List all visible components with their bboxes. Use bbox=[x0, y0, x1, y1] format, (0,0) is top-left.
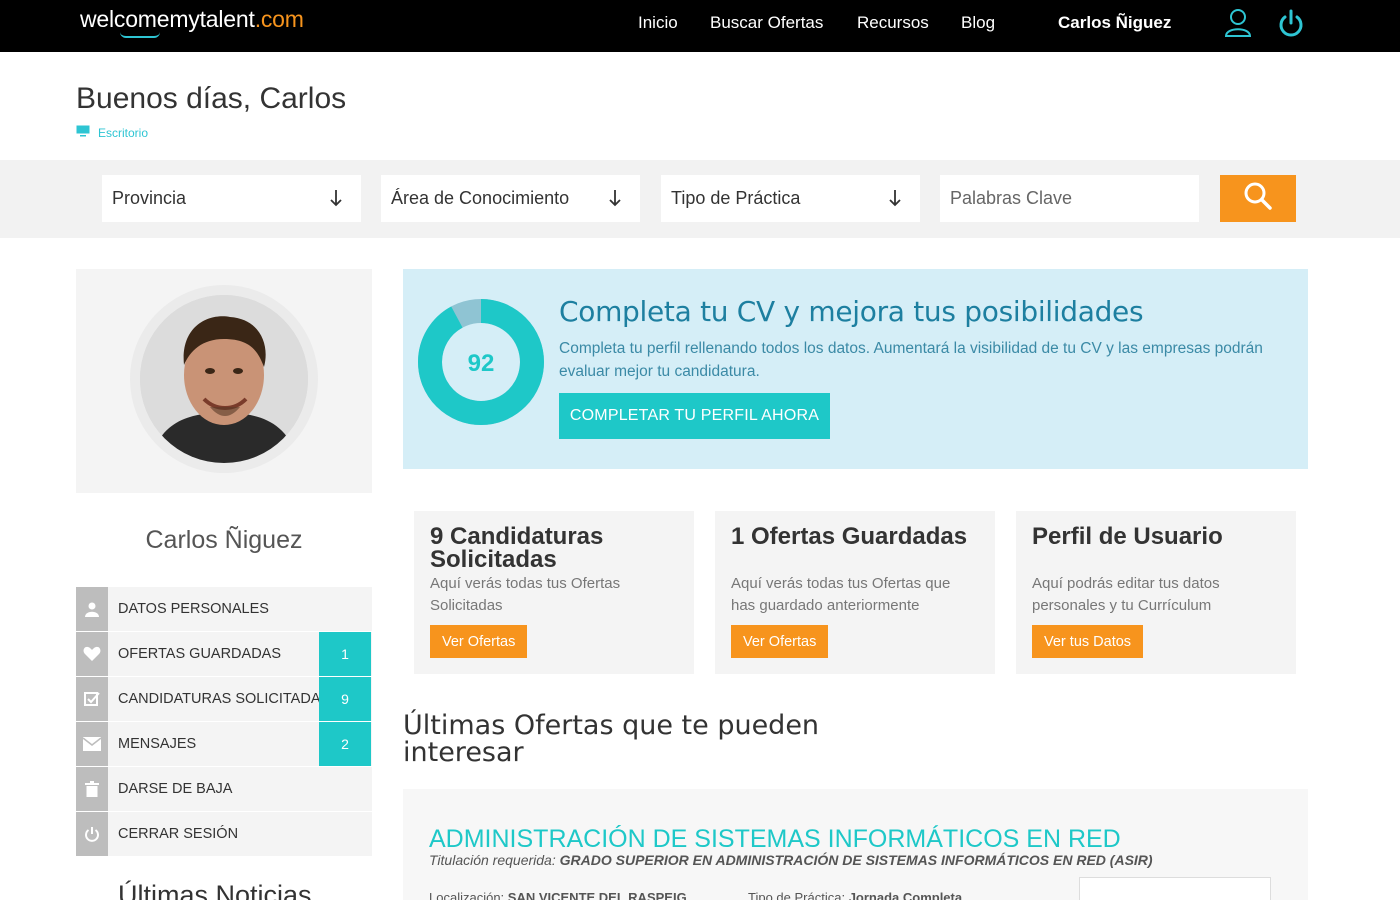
count-badge: 9 bbox=[319, 677, 371, 721]
avatar-ring bbox=[130, 285, 318, 473]
count-badge: 2 bbox=[319, 722, 371, 766]
sidebar-item-label: Candidaturas Solicitadas bbox=[118, 691, 331, 707]
search-icon bbox=[1243, 181, 1273, 216]
offer-type: Tipo de Práctica: Jornada Completa bbox=[748, 890, 962, 900]
heart-icon bbox=[76, 632, 108, 676]
arrow-down-icon bbox=[608, 188, 622, 213]
top-navbar: welcomemytalent.com Inicio Buscar Oferta… bbox=[0, 0, 1400, 52]
sidebar-item-label: Datos Personales bbox=[118, 601, 269, 617]
nav-inicio[interactable]: Inicio bbox=[638, 13, 678, 33]
sidebar-item-candidaturas[interactable]: Candidaturas Solicitadas 9 bbox=[76, 677, 372, 721]
breadcrumb-label: Escritorio bbox=[98, 125, 149, 140]
card-description: Aquí verás todas tus Ofertas que has gua… bbox=[731, 575, 951, 614]
progress-value: 92 bbox=[468, 350, 495, 377]
trash-icon bbox=[76, 767, 108, 811]
location-value: SAN VICENTE DEL RASPEIG bbox=[507, 890, 687, 900]
sidebar-item-darse-de-baja[interactable]: Darse de Baja bbox=[76, 767, 372, 811]
avatar[interactable] bbox=[140, 295, 308, 463]
breadcrumb[interactable]: Escritorio bbox=[76, 125, 148, 140]
area-select[interactable]: Área de Conocimiento bbox=[381, 175, 640, 222]
offer-card[interactable]: ADMINISTRACIÓN DE SISTEMAS INFORMÁTICOS … bbox=[403, 789, 1308, 900]
sidebar-item-label: Cerrar Sesión bbox=[118, 826, 239, 842]
ver-datos-button[interactable]: Ver tus Datos bbox=[1032, 625, 1144, 658]
sidebar-item-label: Mensajes bbox=[118, 736, 197, 752]
card-description: Aquí podrás editar tus datos personales … bbox=[1032, 575, 1220, 614]
sidebar-item-label: Ofertas Guardadas bbox=[118, 646, 282, 662]
sidebar-item-mensajes[interactable]: Mensajes 2 bbox=[76, 722, 372, 766]
card-title: 1 Ofertas Guardadas bbox=[731, 523, 968, 550]
card-description: Aquí verás todas tus Ofertas Solicitadas bbox=[430, 575, 621, 614]
news-section-title: Últimas Noticias bbox=[118, 880, 312, 900]
envelope-icon bbox=[76, 722, 108, 766]
tipo-label: Tipo de Práctica bbox=[671, 188, 801, 208]
ver-ofertas-guardadas-button[interactable]: Ver Ofertas bbox=[731, 625, 829, 658]
company-logo bbox=[1079, 877, 1271, 900]
search-button[interactable] bbox=[1220, 175, 1296, 222]
offer-title[interactable]: ADMINISTRACIÓN DE SISTEMAS INFORMÁTICOS … bbox=[429, 825, 1121, 854]
provincia-select[interactable]: Provincia bbox=[102, 175, 361, 222]
provincia-label: Provincia bbox=[112, 188, 187, 208]
arrow-down-icon bbox=[888, 188, 902, 213]
page-title: Buenos días, Carlos bbox=[76, 82, 347, 115]
search-bar: Provincia Área de Conocimiento Tipo de P… bbox=[0, 160, 1400, 238]
keywords-input[interactable] bbox=[940, 175, 1199, 222]
location-label: Localización: bbox=[429, 890, 505, 900]
offer-requirement: Titulación requerida: GRADO SUPERIOR EN … bbox=[429, 852, 1153, 868]
logo-swoosh bbox=[120, 32, 160, 38]
site-logo[interactable]: welcomemytalent.com bbox=[80, 6, 304, 38]
nav-user-name[interactable]: Carlos Ñiguez bbox=[1058, 13, 1171, 33]
nav-buscar-ofertas[interactable]: Buscar Ofertas bbox=[710, 13, 823, 33]
profile-name: Carlos Ñiguez bbox=[145, 526, 303, 554]
checkbox-icon bbox=[76, 677, 108, 721]
card-candidaturas: 9 Candidaturas Solicitadas Aquí verás to… bbox=[414, 511, 694, 674]
sidebar-item-ofertas-guardadas[interactable]: Ofertas Guardadas 1 bbox=[76, 632, 372, 676]
card-title: 9 Candidaturas Solicitadas bbox=[430, 523, 604, 573]
logout-power-icon[interactable] bbox=[1278, 8, 1304, 43]
ver-ofertas-button[interactable]: Ver Ofertas bbox=[430, 625, 528, 658]
count-badge: 1 bbox=[319, 632, 371, 676]
power-icon bbox=[76, 812, 108, 856]
cv-title: Completa tu CV y mejora tus posibilidade… bbox=[559, 295, 1144, 328]
card-perfil-usuario: Perfil de Usuario Aquí podrás editar tus… bbox=[1016, 511, 1296, 674]
tipo-select[interactable]: Tipo de Práctica bbox=[661, 175, 920, 222]
arrow-down-icon bbox=[329, 188, 343, 213]
requirement-label: Titulación requerida: bbox=[429, 852, 556, 868]
offer-location: Localización: SAN VICENTE DEL RASPEIG bbox=[429, 890, 687, 900]
type-label: Tipo de Práctica: bbox=[748, 890, 846, 900]
nav-blog[interactable]: Blog bbox=[961, 13, 995, 33]
progress-donut: 92 bbox=[418, 299, 544, 425]
requirement-value: GRADO SUPERIOR EN ADMINISTRACIÓN DE SIST… bbox=[559, 852, 1153, 868]
card-title: Perfil de Usuario bbox=[1032, 523, 1223, 550]
sidebar-item-cerrar-sesion[interactable]: Cerrar Sesión bbox=[76, 812, 372, 856]
area-label: Área de Conocimiento bbox=[391, 188, 570, 208]
latest-offers-title: Últimas Ofertas que te pueden interesar bbox=[403, 710, 820, 768]
sidebar-item-datos-personales[interactable]: Datos Personales bbox=[76, 587, 372, 631]
type-value: Jornada Completa bbox=[848, 890, 963, 900]
complete-profile-button[interactable]: COMPLETAR TU PERFIL AHORA bbox=[559, 393, 830, 439]
cv-description: Completa tu perfil rellenando todos los … bbox=[559, 340, 1263, 380]
card-ofertas-guardadas: 1 Ofertas Guardadas Aquí verás todas tus… bbox=[715, 511, 995, 674]
cv-progress-panel: 92 Completa tu CV y mejora tus posibilid… bbox=[403, 269, 1308, 469]
logo-text: welcomemytalent bbox=[80, 6, 255, 32]
sidebar-menu: Datos Personales Ofertas Guardadas 1 Can… bbox=[76, 587, 372, 857]
logo-suffix: .com bbox=[254, 6, 304, 32]
nav-recursos[interactable]: Recursos bbox=[857, 13, 929, 33]
user-icon bbox=[76, 587, 108, 631]
profile-card bbox=[76, 269, 372, 493]
monitor-icon bbox=[76, 125, 90, 140]
sidebar-item-label: Darse de Baja bbox=[118, 781, 233, 797]
user-profile-icon[interactable] bbox=[1224, 8, 1252, 43]
